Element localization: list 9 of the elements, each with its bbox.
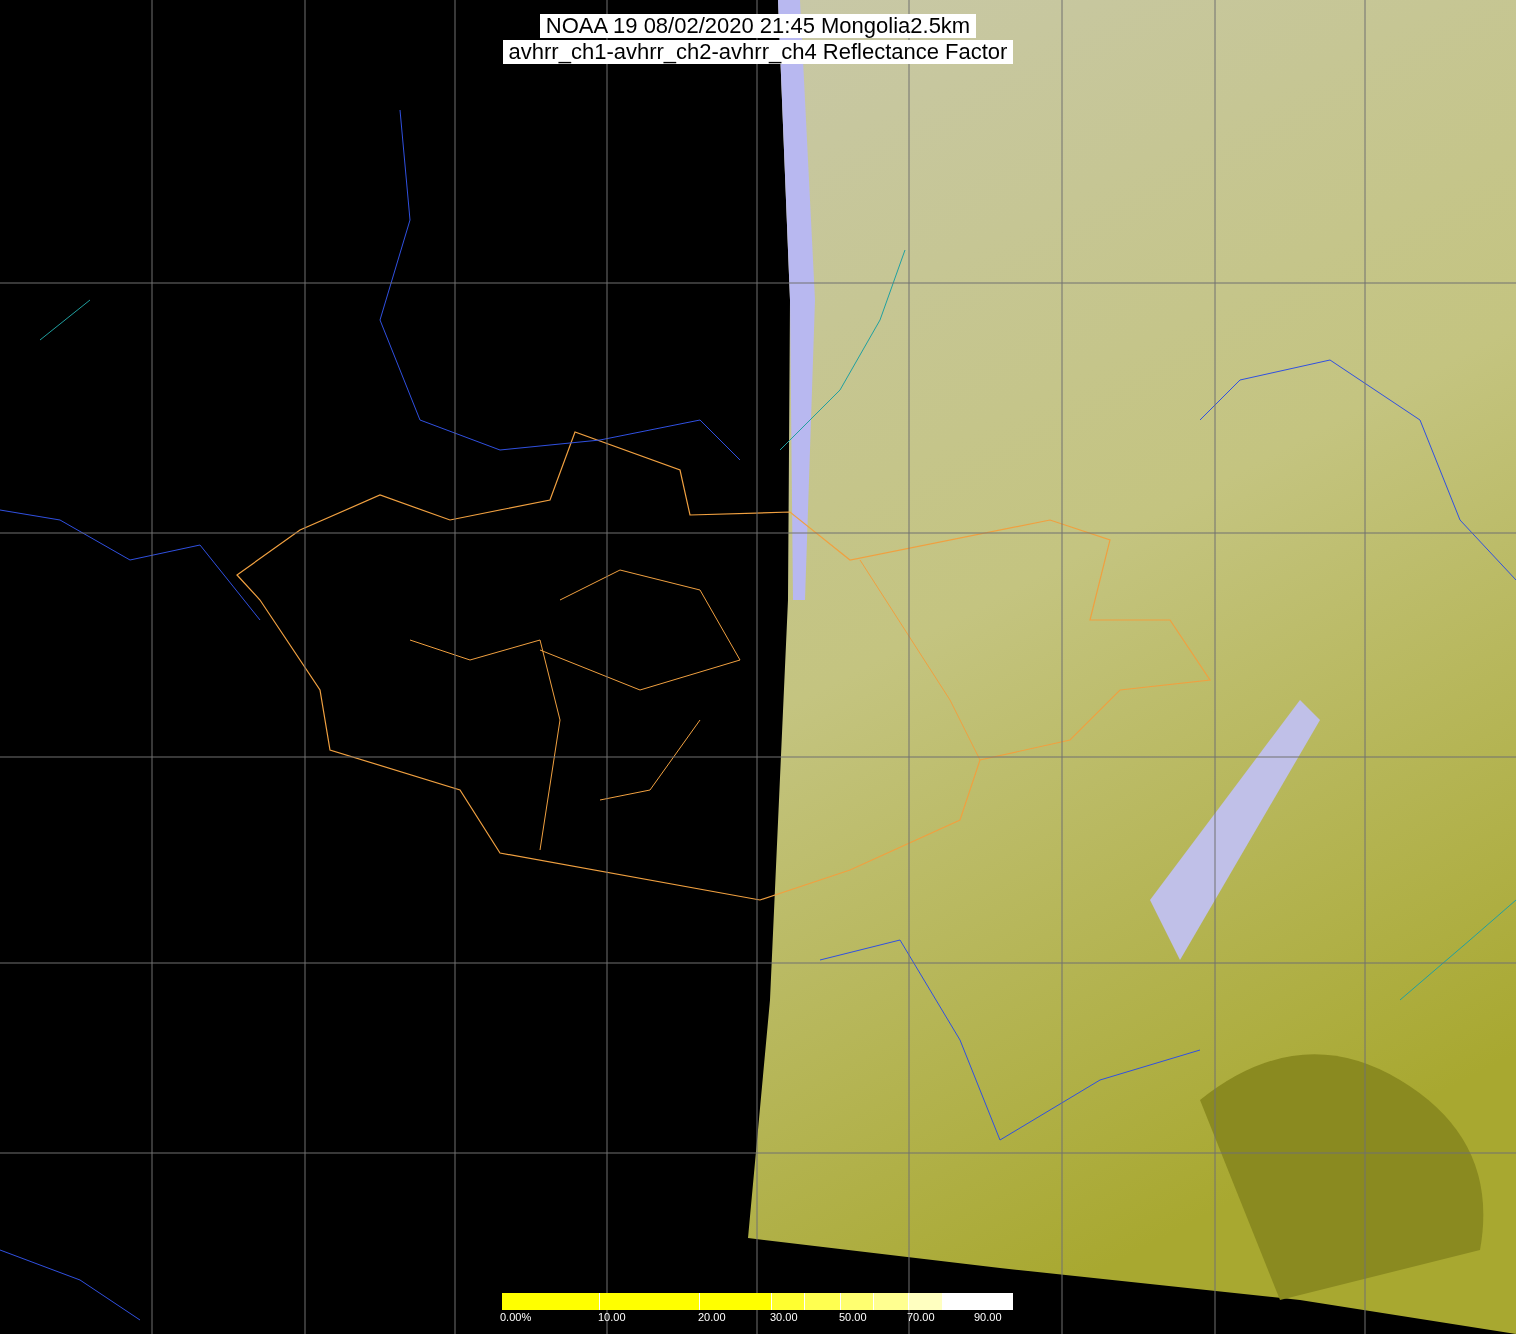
colorbar-label: 70.00	[907, 1310, 936, 1324]
map-title: NOAA 19 08/02/2020 21:45 Mongolia2.5km	[539, 14, 977, 38]
colorbar-label: 10.00	[598, 1310, 627, 1324]
colorbar-label: 50.00	[839, 1310, 868, 1324]
colorbar-label: 90.00	[974, 1310, 1003, 1324]
colorbar-label: 0.00%	[500, 1310, 533, 1324]
colorbar-label: 30.00	[770, 1310, 799, 1324]
colorbar-label: 20.00	[698, 1310, 727, 1324]
map-title: avhrr_ch1-avhrr_ch2-avhrr_ch4 Reflectance Factor	[502, 40, 1014, 64]
